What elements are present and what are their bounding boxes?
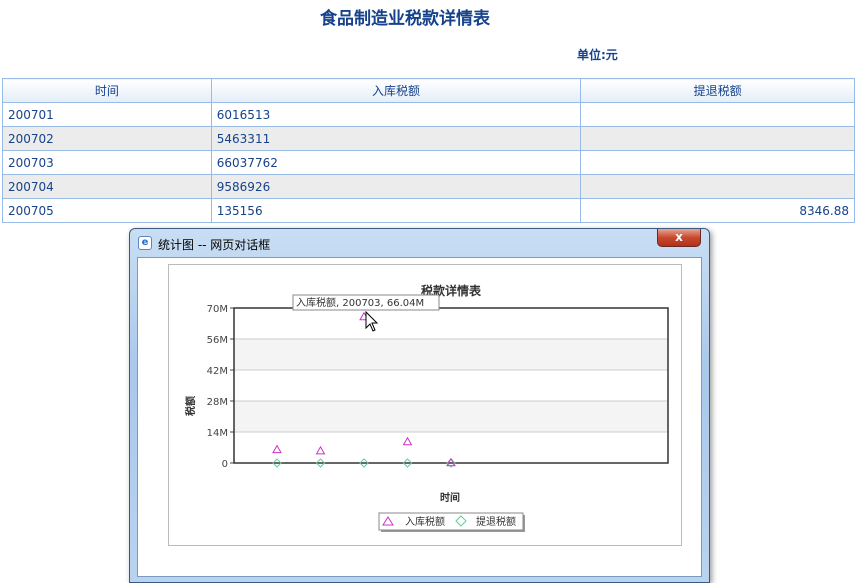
column-header-tax-refund[interactable]: 提退税额	[580, 78, 855, 103]
cell-time: 200702	[2, 126, 212, 151]
cell-tax-in: 6016513	[210, 102, 582, 127]
table-row[interactable]: 200701 6016513	[2, 102, 855, 127]
cell-tax-refund	[580, 174, 855, 199]
chart-dialog[interactable]: e 统计图 -- 网页对话框 x 0 14M 28M 42M 56M 70M 税款详情表 时间…	[129, 228, 710, 583]
chart-tooltip-text: 入库税额, 200703, 66.04M	[296, 296, 424, 309]
cell-tax-in: 9586926	[210, 174, 582, 199]
tax-chart: 014M28M42M56M70M税款详情表时间税额入库税额, 200703, 6…	[184, 283, 669, 532]
legend-label-refund: 提退税额	[476, 515, 516, 528]
ie-page-icon: e	[138, 236, 152, 250]
legend-label-tax-in: 入库税额	[405, 515, 445, 528]
plot-band	[234, 370, 668, 401]
plot-band	[234, 339, 668, 370]
cell-tax-in: 66037762	[210, 150, 582, 175]
table-row[interactable]: 200703 66037762	[2, 150, 855, 175]
y-tick-label: 56M	[207, 335, 228, 346]
column-header-tax-in[interactable]: 入库税额	[210, 78, 582, 103]
table-header-row: 时间 入库税额 提退税额	[2, 78, 855, 103]
y-tick-label: 0	[222, 459, 228, 470]
cell-tax-refund	[580, 150, 855, 175]
chart-frame: 0 14M 28M 42M 56M 70M 税款详情表 时间 税额 入库税额, 200703, 6…	[168, 264, 682, 546]
cell-tax-refund: 8346.88	[580, 198, 855, 223]
close-button[interactable]: x	[657, 229, 701, 247]
y-tick-label: 28M	[207, 397, 228, 408]
unit-label: 单位:元	[577, 48, 618, 62]
tax-table: 时间 入库税额 提退税额 200701 6016513 200702 54633…	[2, 78, 855, 223]
table-row[interactable]: 200705 135156 8346.88	[2, 198, 855, 223]
plot-band	[234, 308, 668, 339]
table-row[interactable]: 200702 5463311	[2, 126, 855, 151]
table-row[interactable]: 200704 9586926	[2, 174, 855, 199]
cell-time: 200705	[2, 198, 212, 223]
page-title: 食品制造业税款详情表	[320, 9, 490, 29]
cell-tax-refund	[580, 126, 855, 151]
cell-tax-in: 135156	[210, 198, 582, 223]
y-tick-label: 42M	[207, 366, 228, 377]
x-axis-label: 时间	[440, 491, 460, 504]
dialog-title: 统计图 -- 网页对话框	[158, 238, 271, 252]
y-tick-label: 14M	[207, 428, 228, 439]
plot-band	[234, 401, 668, 432]
cell-time: 200703	[2, 150, 212, 175]
column-header-time[interactable]: 时间	[2, 78, 212, 103]
cell-time: 200701	[2, 102, 212, 127]
y-axis-label: 税额	[184, 396, 197, 416]
cell-tax-in: 5463311	[210, 126, 582, 151]
cell-time: 200704	[2, 174, 212, 199]
dialog-titlebar[interactable]: e 统计图 -- 网页对话框 x	[130, 229, 709, 257]
y-tick-label: 70M	[207, 304, 228, 315]
dialog-body: 0 14M 28M 42M 56M 70M 税款详情表 时间 税额 入库税额, 200703, 6…	[137, 257, 702, 577]
cell-tax-refund	[580, 102, 855, 127]
